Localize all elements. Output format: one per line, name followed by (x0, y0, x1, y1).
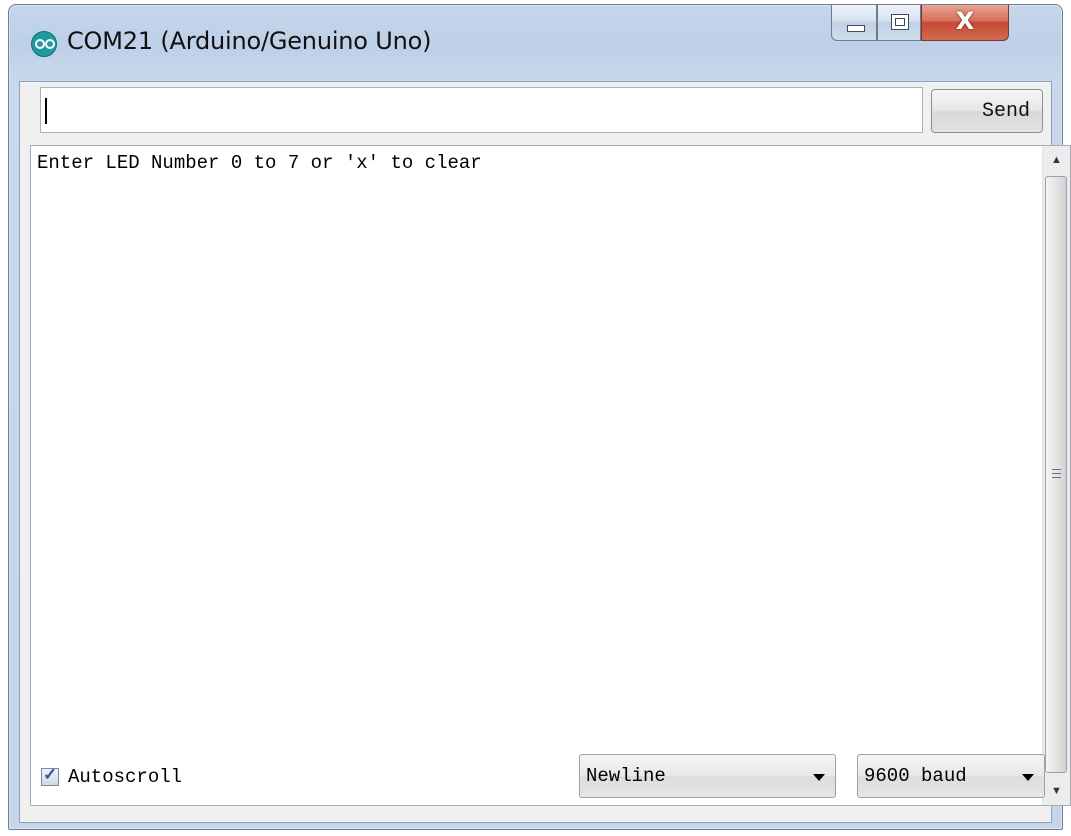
line-ending-value: Newline (586, 765, 666, 787)
chevron-down-icon (813, 774, 825, 781)
scrollbar-thumb[interactable] (1045, 176, 1067, 773)
vertical-scrollbar[interactable]: ▲ ▼ (1042, 146, 1070, 805)
baud-rate-select[interactable]: 9600 baud (857, 754, 1045, 798)
window-title: COM21 (Arduino/Genuino Uno) (67, 27, 432, 55)
send-input[interactable] (40, 87, 923, 133)
grip-icon (1052, 468, 1061, 481)
line-ending-select[interactable]: Newline (579, 754, 836, 798)
close-icon: X (955, 7, 975, 35)
title-bar[interactable]: COM21 (Arduino/Genuino Uno) X (9, 5, 1062, 77)
serial-monitor-panel: Send Enter LED Number 0 to 7 or 'x' to c… (19, 81, 1071, 823)
output-line: Enter LED Number 0 to 7 or 'x' to clear (37, 152, 482, 174)
close-button[interactable]: X (921, 5, 1009, 41)
send-button[interactable]: Send (931, 89, 1043, 133)
autoscroll-label[interactable]: Autoscroll (68, 766, 182, 788)
baud-rate-value: 9600 baud (864, 765, 967, 787)
serial-output[interactable]: Enter LED Number 0 to 7 or 'x' to clear … (30, 145, 1071, 806)
checkmark-icon: ✓ (43, 765, 58, 784)
maximize-icon (891, 14, 909, 30)
chevron-down-icon (1022, 774, 1034, 781)
scroll-down-arrow-icon[interactable]: ▼ (1043, 777, 1070, 805)
scroll-up-arrow-icon[interactable]: ▲ (1043, 146, 1070, 174)
text-caret (45, 98, 47, 124)
arduino-logo-icon (31, 31, 57, 57)
serial-monitor-window: COM21 (Arduino/Genuino Uno) X Send Enter… (8, 4, 1071, 830)
maximize-button[interactable] (877, 5, 921, 41)
minimize-button[interactable] (831, 5, 877, 41)
minimize-icon (847, 25, 865, 32)
autoscroll-checkbox[interactable]: ✓ (41, 765, 59, 786)
